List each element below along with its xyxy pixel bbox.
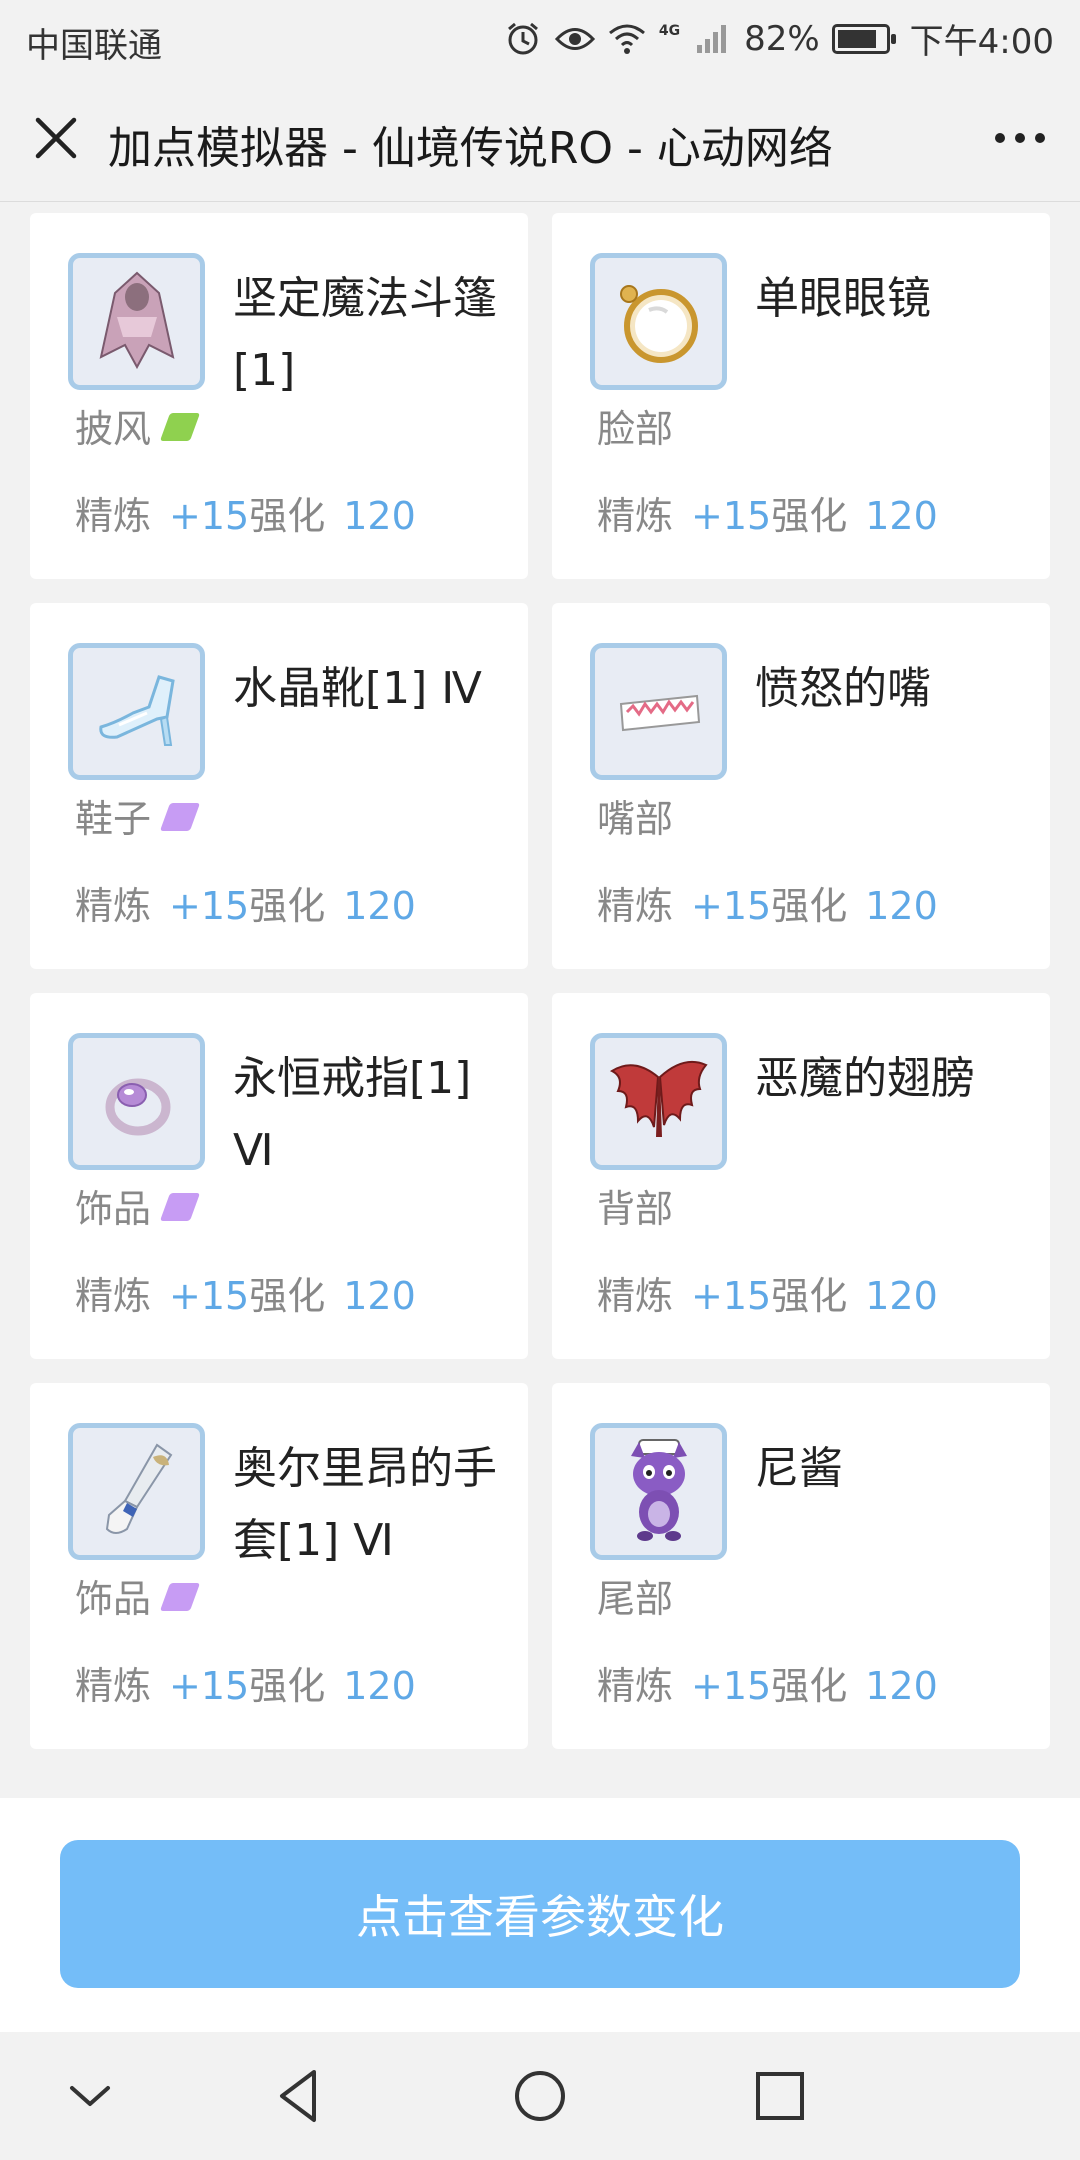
carrier-label: 中国联通 (26, 26, 162, 66)
item-stats: 精炼 +15强化 120 (75, 1655, 416, 1710)
refine-label: 精炼 (75, 1274, 152, 1318)
refine-value: +15 (169, 884, 250, 928)
item-slot: 背部 (597, 1187, 674, 1231)
monocle-icon (590, 253, 727, 390)
equipment-card[interactable]: 恶魔的翅膀 背部 精炼 +15强化 120 (552, 993, 1050, 1359)
clock: 下午4:00 (909, 22, 1054, 62)
item-stats: 精炼 +15强化 120 (597, 875, 938, 930)
refine-label: 精炼 (597, 494, 674, 538)
item-slot: 脸部 (597, 407, 674, 451)
footer: 点击查看参数变化 (0, 1798, 1080, 2032)
refine-value: +15 (169, 1274, 250, 1318)
alarm-icon (503, 19, 543, 59)
purple-cat-icon (590, 1423, 727, 1560)
equipment-card[interactable]: 单眼眼镜 脸部 精炼 +15强化 120 (552, 213, 1050, 579)
enhance-value: 120 (343, 1274, 416, 1318)
enhance-label: 强化 (771, 1664, 848, 1708)
equipment-card[interactable]: 尼酱 尾部 精炼 +15强化 120 (552, 1383, 1050, 1749)
enhance-label: 强化 (249, 494, 326, 538)
refine-value: +15 (169, 1664, 250, 1708)
item-name: 尼酱 (755, 1443, 843, 1494)
enhance-label: 强化 (771, 884, 848, 928)
system-nav-bar (0, 2032, 1080, 2160)
enhance-label: 强化 (249, 1664, 326, 1708)
refine-value: +15 (691, 884, 772, 928)
enhance-value: 120 (865, 494, 938, 538)
item-tag (159, 1583, 201, 1611)
view-parameter-changes-button[interactable]: 点击查看参数变化 (60, 1840, 1020, 1988)
item-stats: 精炼 +15强化 120 (597, 485, 938, 540)
enhance-value: 120 (343, 1664, 416, 1708)
enhance-label: 强化 (249, 884, 326, 928)
title-bar: 加点模拟器 - 仙境传说RO - 心动网络 (0, 74, 1080, 202)
battery-icon (831, 23, 896, 54)
item-stats: 精炼 +15强化 120 (75, 485, 416, 540)
home-icon[interactable] (508, 2064, 572, 2128)
item-tag (159, 413, 201, 441)
equipment-card[interactable]: 奥尔里昂的手套[1] Ⅵ 饰品 精炼 +15强化 120 (30, 1383, 528, 1749)
item-tag (159, 1193, 201, 1221)
item-name: 恶魔的翅膀 (755, 1053, 975, 1104)
battery-percent: 82% (744, 18, 820, 59)
chevron-down-icon[interactable] (58, 2064, 122, 2128)
enhance-value: 120 (865, 1274, 938, 1318)
item-slot: 嘴部 (597, 797, 674, 841)
item-stats: 精炼 +15强化 120 (75, 875, 416, 930)
signal-icon (692, 19, 732, 59)
refine-label: 精炼 (597, 884, 674, 928)
refine-value: +15 (169, 494, 250, 538)
wifi-icon (607, 19, 647, 59)
status-bar: 中国联通 4G 82% 下午4:00 (0, 0, 1080, 74)
refine-value: +15 (691, 1664, 772, 1708)
refine-value: +15 (691, 1274, 772, 1318)
battery-level (837, 29, 876, 48)
item-name: 坚定魔法斗篷[1] (233, 273, 497, 396)
network-label: 4G (658, 22, 681, 39)
enhance-label: 强化 (249, 1274, 326, 1318)
glove-icon (68, 1423, 205, 1560)
crystal-shoe-icon (68, 643, 205, 780)
enhance-value: 120 (343, 884, 416, 928)
item-slot: 尾部 (597, 1577, 674, 1621)
cloak-icon (68, 253, 205, 390)
close-icon[interactable] (28, 110, 84, 166)
equipment-card[interactable]: 愤怒的嘴 嘴部 精炼 +15强化 120 (552, 603, 1050, 969)
item-slot: 饰品 (75, 1187, 152, 1231)
item-stats: 精炼 +15强化 120 (597, 1655, 938, 1710)
item-name: 水晶靴[1] Ⅳ (233, 663, 482, 714)
item-slot: 鞋子 (75, 797, 152, 841)
back-icon[interactable] (268, 2064, 332, 2128)
refine-value: +15 (691, 494, 772, 538)
item-name: 单眼眼镜 (755, 273, 931, 324)
refine-label: 精炼 (75, 1664, 152, 1708)
item-stats: 精炼 +15强化 120 (597, 1265, 938, 1320)
refine-label: 精炼 (597, 1664, 674, 1708)
enhance-value: 120 (865, 1664, 938, 1708)
angry-mouth-icon (590, 643, 727, 780)
item-name: 永恒戒指[1] Ⅵ (233, 1053, 472, 1176)
item-stats: 精炼 +15强化 120 (75, 1265, 416, 1320)
refine-label: 精炼 (75, 884, 152, 928)
more-icon[interactable] (988, 110, 1052, 166)
refine-label: 精炼 (75, 494, 152, 538)
enhance-label: 强化 (771, 494, 848, 538)
refine-label: 精炼 (597, 1274, 674, 1318)
equipment-card[interactable]: 坚定魔法斗篷[1] 披风 精炼 +15强化 120 (30, 213, 528, 579)
item-slot: 披风 (75, 407, 152, 451)
recents-icon[interactable] (748, 2064, 812, 2128)
item-tag (159, 803, 201, 831)
item-name: 愤怒的嘴 (755, 663, 931, 714)
item-name: 奥尔里昂的手套[1] Ⅵ (233, 1443, 497, 1566)
status-icons: 4G 82% 下午4:00 (503, 14, 1054, 63)
demon-wings-icon (590, 1033, 727, 1170)
equipment-card[interactable]: 水晶靴[1] Ⅳ 鞋子 精炼 +15强化 120 (30, 603, 528, 969)
item-slot: 饰品 (75, 1577, 152, 1621)
enhance-label: 强化 (771, 1274, 848, 1318)
enhance-value: 120 (865, 884, 938, 928)
enhance-value: 120 (343, 494, 416, 538)
equipment-card[interactable]: 永恒戒指[1] Ⅵ 饰品 精炼 +15强化 120 (30, 993, 528, 1359)
ring-icon (68, 1033, 205, 1170)
eye-icon (554, 19, 595, 59)
page-title: 加点模拟器 - 仙境传说RO - 心动网络 (108, 123, 833, 174)
